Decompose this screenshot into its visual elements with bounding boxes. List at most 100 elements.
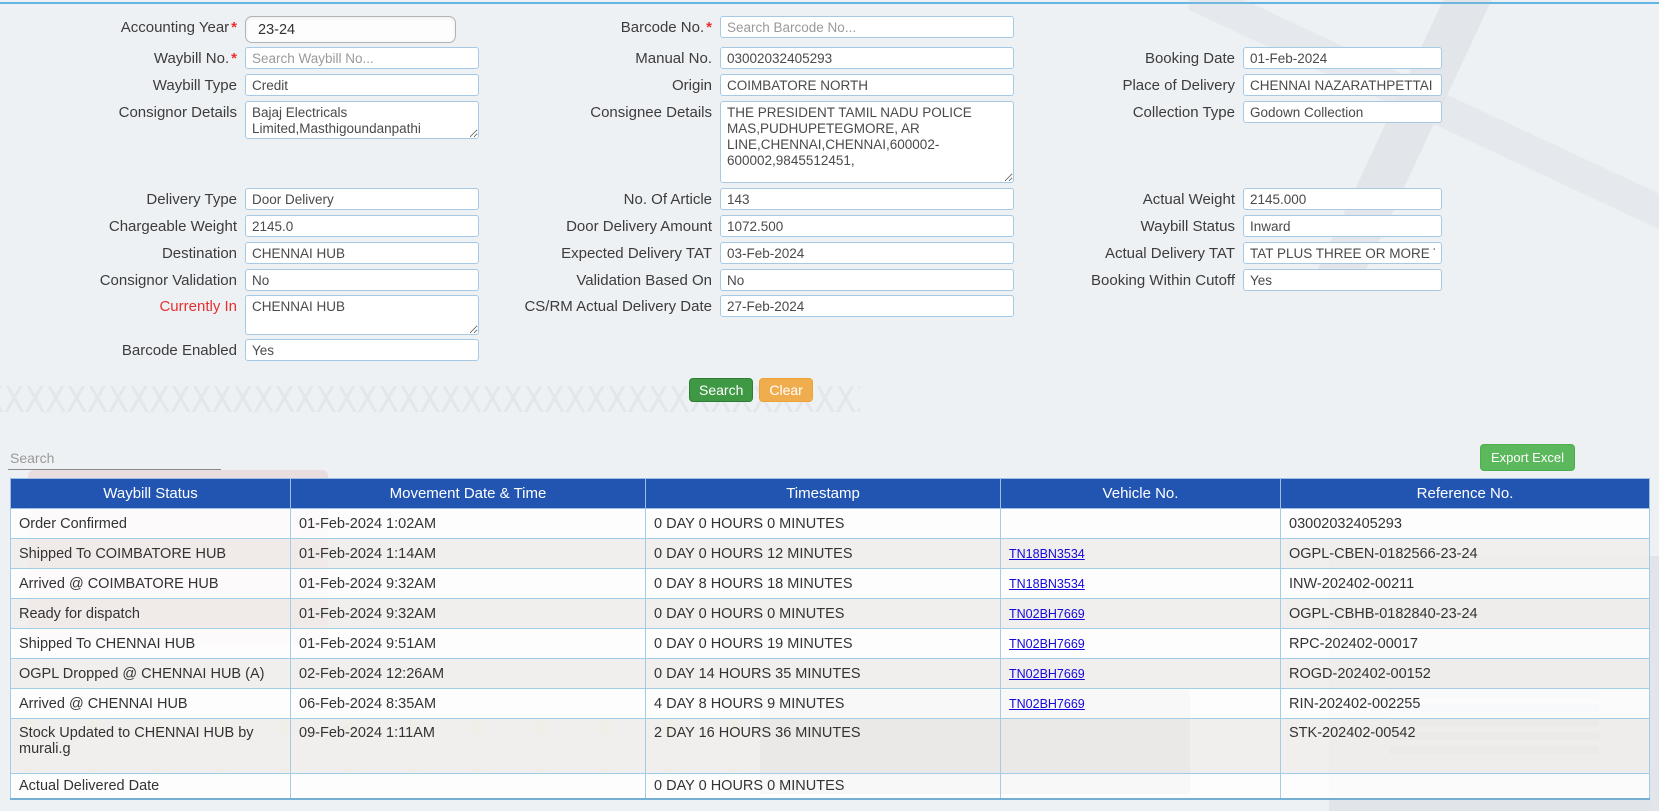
- header-timestamp: Timestamp: [646, 479, 1001, 509]
- vehicle-link[interactable]: TN18BN3534: [1009, 547, 1085, 561]
- cell-reference: OGPL-CBEN-0182566-23-24: [1281, 539, 1650, 569]
- cell-vehicle: TN02BH7669: [1001, 599, 1281, 629]
- cell-vehicle: [1001, 509, 1281, 539]
- table-header-row: Waybill Status Movement Date & Time Time…: [11, 479, 1650, 509]
- field-origin: Origin: [480, 74, 1014, 96]
- destination-label: Destination: [0, 242, 245, 262]
- table-row: Order Confirmed 01-Feb-2024 1:02AM 0 DAY…: [11, 509, 1650, 539]
- table-search-input[interactable]: [8, 446, 221, 470]
- field-cs-rm-actual-delivery-date: CS/RM Actual Delivery Date: [480, 295, 1014, 317]
- barcode-enabled-label: Barcode Enabled: [0, 339, 245, 359]
- clear-button[interactable]: Clear: [759, 378, 812, 402]
- booking-date-input: [1243, 47, 1442, 69]
- origin-label: Origin: [480, 74, 720, 94]
- cell-vehicle: [1001, 719, 1281, 774]
- accounting-year-input[interactable]: [245, 16, 456, 43]
- cell-movement: 02-Feb-2024 12:26AM: [291, 659, 646, 689]
- field-actual-delivery-tat: Actual Delivery TAT: [1015, 242, 1442, 264]
- cell-timestamp: 0 DAY 14 HOURS 35 MINUTES: [646, 659, 1001, 689]
- header-vehicle-no: Vehicle No.: [1001, 479, 1281, 509]
- field-delivery-type: Delivery Type: [0, 188, 479, 210]
- field-waybill-no: Waybill No.*: [0, 47, 479, 69]
- vehicle-link[interactable]: TN02BH7669: [1009, 607, 1085, 621]
- cell-status: Shipped To COIMBATORE HUB: [11, 539, 291, 569]
- cell-movement: 01-Feb-2024 9:32AM: [291, 599, 646, 629]
- cell-reference: INW-202402-00211: [1281, 569, 1650, 599]
- origin-input: [720, 74, 1014, 96]
- cell-movement: 01-Feb-2024 9:32AM: [291, 569, 646, 599]
- waybill-status-input: [1243, 215, 1442, 237]
- field-no-of-article: No. Of Article: [480, 188, 1014, 210]
- cell-status: Ready for dispatch: [11, 599, 291, 629]
- vehicle-link[interactable]: TN02BH7669: [1009, 667, 1085, 681]
- cell-timestamp: 0 DAY 0 HOURS 0 MINUTES: [646, 774, 1001, 799]
- waybill-type-input: [245, 74, 479, 96]
- cell-timestamp: 4 DAY 8 HOURS 9 MINUTES: [646, 689, 1001, 719]
- header-reference-no: Reference No.: [1281, 479, 1650, 509]
- no-of-article-input: [720, 188, 1014, 210]
- vehicle-link[interactable]: TN18BN3534: [1009, 577, 1085, 591]
- header-waybill-status: Waybill Status: [11, 479, 291, 509]
- required-asterisk: *: [706, 19, 712, 36]
- place-of-delivery-input: [1243, 74, 1442, 96]
- currently-in-textarea: CHENNAI HUB: [245, 295, 479, 335]
- export-excel-button[interactable]: Export Excel: [1480, 444, 1575, 471]
- required-asterisk: *: [231, 50, 237, 67]
- consignor-details-label: Consignor Details: [0, 101, 245, 121]
- search-button[interactable]: Search: [689, 378, 753, 402]
- cell-reference: 03002032405293: [1281, 509, 1650, 539]
- cell-vehicle: TN02BH7669: [1001, 659, 1281, 689]
- vehicle-link[interactable]: TN02BH7669: [1009, 637, 1085, 651]
- consignor-validation-label: Consignor Validation: [0, 269, 245, 289]
- field-accounting-year: Accounting Year*: [0, 16, 456, 43]
- header-movement-date-time: Movement Date & Time: [291, 479, 646, 509]
- field-chargeable-weight: Chargeable Weight: [0, 215, 479, 237]
- barcode-no-label: Barcode No.*: [480, 16, 720, 36]
- cell-reference: [1281, 774, 1650, 799]
- waybill-type-label: Waybill Type: [0, 74, 245, 94]
- delivery-type-input: [245, 188, 479, 210]
- waybill-no-input[interactable]: [245, 47, 479, 69]
- field-collection-type: Collection Type: [1015, 101, 1442, 123]
- cell-vehicle: TN18BN3534: [1001, 569, 1281, 599]
- table-row: Shipped To CHENNAI HUB 01-Feb-2024 9:51A…: [11, 629, 1650, 659]
- cell-timestamp: 0 DAY 0 HOURS 0 MINUTES: [646, 599, 1001, 629]
- field-waybill-status: Waybill Status: [1015, 215, 1442, 237]
- vehicle-link[interactable]: TN02BH7669: [1009, 697, 1085, 711]
- cell-movement: [291, 774, 646, 799]
- consignor-validation-input: [245, 269, 479, 291]
- barcode-no-input[interactable]: [720, 16, 1014, 38]
- manual-no-input[interactable]: [720, 47, 1014, 69]
- cell-movement: 06-Feb-2024 8:35AM: [291, 689, 646, 719]
- door-delivery-amount-input: [720, 215, 1014, 237]
- booking-date-label: Booking Date: [1015, 47, 1243, 67]
- table-row: Arrived @ COIMBATORE HUB 01-Feb-2024 9:3…: [11, 569, 1650, 599]
- cell-timestamp: 0 DAY 0 HOURS 12 MINUTES: [646, 539, 1001, 569]
- field-booking-date: Booking Date: [1015, 47, 1442, 69]
- cell-vehicle: [1001, 774, 1281, 799]
- cs-rm-actual-delivery-date-input: [720, 295, 1014, 317]
- cell-status: Arrived @ COIMBATORE HUB: [11, 569, 291, 599]
- required-asterisk: *: [231, 19, 237, 36]
- cs-rm-actual-delivery-date-label: CS/RM Actual Delivery Date: [480, 295, 720, 315]
- cell-timestamp: 2 DAY 16 HOURS 36 MINUTES: [646, 719, 1001, 774]
- waybill-status-label: Waybill Status: [1015, 215, 1243, 235]
- top-border: [0, 2, 1659, 4]
- chargeable-weight-label: Chargeable Weight: [0, 215, 245, 235]
- cell-vehicle: TN02BH7669: [1001, 629, 1281, 659]
- cell-movement: 01-Feb-2024 1:14AM: [291, 539, 646, 569]
- no-of-article-label: No. Of Article: [480, 188, 720, 208]
- field-booking-within-cutoff: Booking Within Cutoff: [1015, 269, 1442, 291]
- booking-within-cutoff-input: [1243, 269, 1442, 291]
- cell-status: Actual Delivered Date: [11, 774, 291, 799]
- barcode-enabled-input: [245, 339, 479, 361]
- chargeable-weight-input: [245, 215, 479, 237]
- cell-vehicle: TN02BH7669: [1001, 689, 1281, 719]
- cell-movement: 01-Feb-2024 1:02AM: [291, 509, 646, 539]
- form-buttons: Search Clear: [689, 378, 813, 402]
- waybill-no-label: Waybill No.*: [0, 47, 245, 67]
- cell-reference: RPC-202402-00017: [1281, 629, 1650, 659]
- actual-weight-label: Actual Weight: [1015, 188, 1243, 208]
- field-waybill-type: Waybill Type: [0, 74, 479, 96]
- consignee-details-label: Consignee Details: [480, 101, 720, 121]
